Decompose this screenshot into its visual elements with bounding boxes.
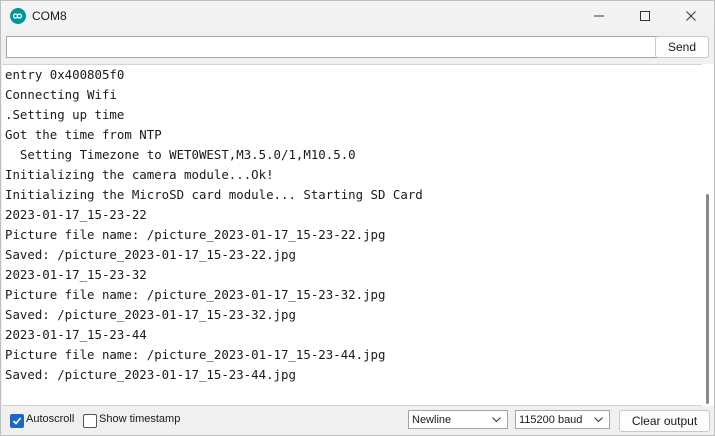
checkmark-icon — [12, 417, 22, 425]
baud-rate-value: 115200 baud — [519, 414, 583, 426]
window-title: COM8 — [32, 9, 67, 23]
baud-rate-select[interactable]: 115200 baud — [515, 410, 610, 429]
chevron-down-icon — [594, 417, 603, 423]
maximize-icon — [640, 11, 650, 21]
output-line: Picture file name: /picture_2023-01-17_1… — [5, 347, 386, 362]
clear-output-button[interactable]: Clear output — [619, 410, 710, 432]
autoscroll-checkbox[interactable] — [10, 414, 24, 428]
scrollbar-thumb[interactable] — [706, 194, 709, 404]
output-line: .Setting up time — [5, 107, 125, 122]
output-line: Saved: /picture_2023-01-17_15-23-32.jpg — [5, 307, 296, 322]
serial-output[interactable]: entry 0x400805f0 Connecting Wifi .Setting … — [2, 64, 702, 406]
output-line: Initializing the camera module...Ok! — [5, 167, 274, 182]
output-line: Got the time from NTP — [5, 127, 162, 142]
output-line: Saved: /picture_2023-01-17_15-23-22.jpg — [5, 247, 296, 262]
close-icon — [686, 11, 696, 21]
footer-bar: Autoscroll Show timestamp Newline 115200… — [1, 407, 714, 435]
output-line: Picture file name: /picture_2023-01-17_1… — [5, 287, 386, 302]
output-line: Saved: /picture_2023-01-17_15-23-44.jpg — [5, 367, 296, 382]
output-line: 2023-01-17_15-23-44 — [5, 327, 147, 342]
serial-input[interactable] — [6, 36, 658, 58]
chevron-down-icon — [492, 417, 501, 423]
output-scrollbar[interactable] — [702, 64, 714, 406]
title-bar: COM8 — [1, 1, 714, 31]
minimize-icon — [594, 15, 604, 17]
show-timestamp-label: Show timestamp — [99, 413, 181, 425]
serial-monitor-window: COM8 Send entry 0x400805f0 Connecting Wif… — [0, 0, 715, 436]
close-button[interactable] — [668, 1, 714, 31]
send-button[interactable]: Send — [655, 36, 709, 58]
arduino-infinity-icon — [10, 8, 26, 24]
output-line: Setting Timezone to WET0WEST,M3.5.0/1,M1… — [5, 147, 356, 162]
output-line: entry 0x400805f0 — [5, 67, 125, 82]
output-line: 2023-01-17_15-23-22 — [5, 207, 147, 222]
send-row: Send — [1, 33, 714, 63]
output-line: Initializing the MicroSD card module... … — [5, 187, 423, 202]
maximize-button[interactable] — [622, 1, 668, 31]
autoscroll-label: Autoscroll — [26, 413, 75, 425]
output-line: 2023-01-17_15-23-32 — [5, 267, 147, 282]
line-ending-value: Newline — [412, 414, 452, 426]
output-line: Picture file name: /picture_2023-01-17_1… — [5, 227, 386, 242]
minimize-button[interactable] — [576, 1, 622, 31]
output-line: Connecting Wifi — [5, 87, 117, 102]
line-ending-select[interactable]: Newline — [408, 410, 508, 429]
show-timestamp-checkbox[interactable] — [83, 414, 97, 428]
